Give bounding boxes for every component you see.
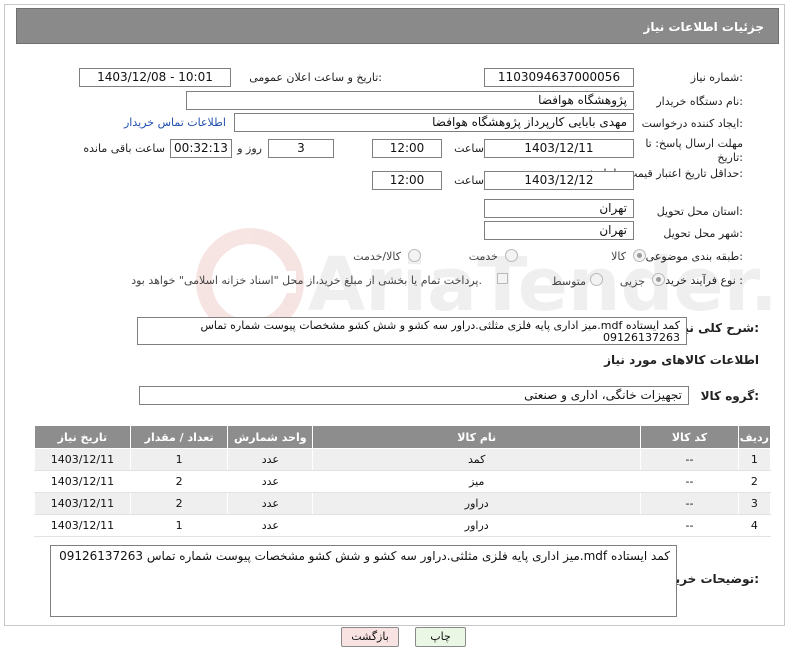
treasury-payment-checkbox[interactable] (497, 273, 508, 284)
creator-label: ایجاد کننده درخواست: (641, 117, 743, 130)
table-row: 4 -- دراور عدد 1 1403/12/11 (34, 514, 772, 537)
cell-date: 1403/12/11 (34, 492, 131, 515)
announce-datetime-field: 1403/12/08 - 10:01 (79, 68, 231, 87)
table-row: 1 -- کمد عدد 1 1403/12/11 (34, 448, 772, 471)
cell-name: دراور (312, 514, 642, 537)
cell-code: -- (640, 514, 739, 537)
cell-unit: عدد (227, 448, 314, 471)
need-number-label: شماره نیاز: (690, 71, 743, 84)
cell-row: 4 (737, 514, 772, 537)
category-goods-service-radio[interactable] (408, 249, 421, 262)
city-field: تهران (484, 221, 634, 240)
back-button[interactable]: بازگشت (341, 627, 399, 647)
reply-deadline-label: مهلت ارسال پاسخ: تا تاریخ: (645, 137, 743, 164)
cell-row: 2 (737, 470, 772, 493)
days-field: 3 (268, 139, 334, 158)
cell-qty: 1 (129, 448, 229, 471)
cell-unit: عدد (227, 492, 314, 515)
page-title: جزئیات اطلاعات نیاز (643, 20, 764, 34)
buyer-org-label: نام دستگاه خریدار: (656, 95, 743, 108)
col-header-name: نام کالا (312, 425, 642, 449)
remaining-time-field: 00:32:13 (170, 139, 232, 158)
buyer-contact-link[interactable]: اطلاعات تماس خریدار (124, 116, 226, 129)
category-label: طبقه بندی موضوعی: (645, 250, 743, 263)
col-header-unit: واحد شمارش (227, 425, 314, 449)
remaining-time-label: ساعت باقی مانده (83, 142, 165, 155)
cell-unit: عدد (227, 514, 314, 537)
col-header-qty: تعداد / مقدار (129, 425, 229, 449)
col-header-code: کد کالا (640, 425, 739, 449)
price-date-field: 1403/12/12 (484, 171, 634, 190)
cell-row: 3 (737, 492, 772, 515)
cell-date: 1403/12/11 (34, 448, 131, 471)
reply-time-label: ساعت (454, 142, 484, 155)
creator-field: مهدی بابایی کارپرداز پژوهشگاه هوافضا (234, 113, 634, 132)
goods-table-header: ردیف کد کالا نام کالا واحد شمارش تعداد /… (34, 425, 772, 449)
category-service-radio[interactable] (505, 249, 518, 262)
cell-qty: 1 (129, 514, 229, 537)
purchase-type-label: نوع فرآیند خرید : (665, 274, 743, 287)
category-service-label: خدمت (468, 250, 498, 263)
purchase-medium-label: متوسط (551, 275, 586, 288)
province-field: تهران (484, 199, 634, 218)
cell-date: 1403/12/11 (34, 514, 131, 537)
treasury-payment-note: پرداخت تمام یا بخشی از مبلغ خرید،از محل … (131, 274, 482, 287)
cell-code: -- (640, 492, 739, 515)
cell-name: میز (312, 470, 642, 493)
city-label: شهر محل تحویل: (663, 227, 743, 240)
goods-section-title: اطلاعات کالاهای مورد نیاز (604, 353, 759, 367)
cell-qty: 2 (129, 470, 229, 493)
cell-code: -- (640, 448, 739, 471)
table-row: 2 -- میز عدد 2 1403/12/11 (34, 470, 772, 493)
cell-code: -- (640, 470, 739, 493)
reply-date-field: 1403/12/11 (484, 139, 634, 158)
category-goods-radio[interactable] (633, 249, 646, 262)
cell-row: 1 (737, 448, 772, 471)
cell-name: کمد (312, 448, 642, 471)
category-goods-label: کالا (611, 250, 626, 263)
category-goods-service-label: کالا/خدمت (353, 250, 401, 263)
cell-unit: عدد (227, 470, 314, 493)
purchase-small-label: جزیی (619, 275, 645, 288)
summary-textarea[interactable]: کمد ایستاده mdf.میز اداری پایه فلزی مثلث… (137, 317, 687, 345)
need-number-field: 1103094637000056 (484, 68, 634, 87)
days-label: روز و (237, 142, 262, 155)
reply-time-field: 12:00 (372, 139, 442, 158)
goods-group-label: گروه کالا: (700, 389, 759, 403)
page-header: جزئیات اطلاعات نیاز (16, 8, 779, 44)
province-label: استان محل تحویل: (656, 205, 743, 218)
print-button[interactable]: چاپ (415, 627, 466, 647)
price-time-field: 12:00 (372, 171, 442, 190)
purchase-medium-radio[interactable] (590, 273, 603, 286)
cell-name: دراور (312, 492, 642, 515)
col-header-row: ردیف (737, 425, 772, 449)
table-row: 3 -- دراور عدد 2 1403/12/11 (34, 492, 772, 515)
goods-table: ردیف کد کالا نام کالا واحد شمارش تعداد /… (34, 425, 772, 537)
cell-qty: 2 (129, 492, 229, 515)
purchase-small-radio[interactable] (652, 273, 665, 286)
announce-label: تاریخ و ساعت اعلان عمومی: (249, 71, 382, 84)
price-time-label: ساعت (454, 174, 484, 187)
buyer-notes-textarea[interactable]: کمد ایستاده mdf.میز اداری پایه فلزی مثلث… (50, 545, 677, 617)
goods-group-field: تجهیزات خانگی، اداری و صنعتی (139, 386, 689, 405)
col-header-date: تاریخ نیاز (34, 425, 131, 449)
buyer-org-field: پژوهشگاه هوافضا (186, 91, 634, 110)
cell-date: 1403/12/11 (34, 470, 131, 493)
